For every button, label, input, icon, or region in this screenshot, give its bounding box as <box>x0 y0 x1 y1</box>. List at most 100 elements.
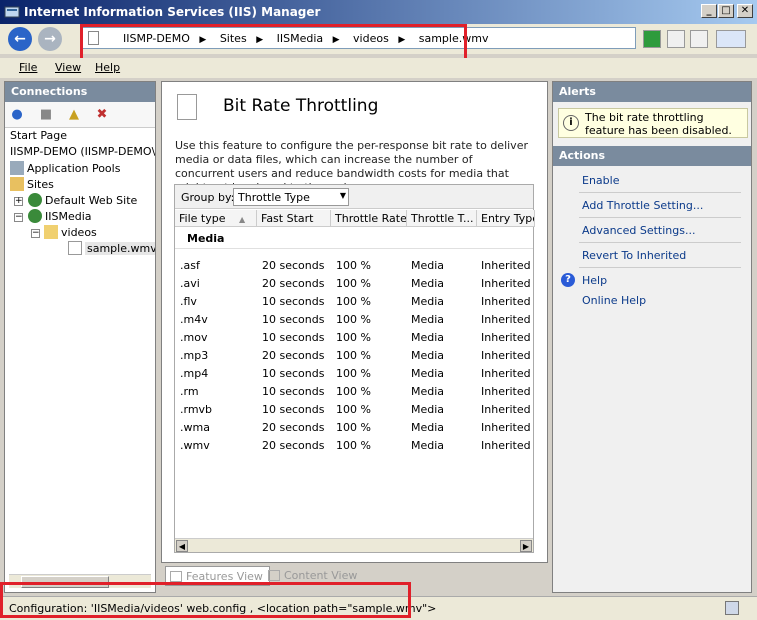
connections-tree: Start Page IISMP-DEMO (IISMP-DEMO\Ac App… <box>5 129 155 572</box>
table-cell: 100 % <box>336 349 371 362</box>
tree-iismedia[interactable]: IISMedia <box>28 209 92 223</box>
table-cell: Inherited <box>481 385 531 398</box>
tab-label: Content View <box>284 569 358 582</box>
column-throttle-rate[interactable]: Throttle Rate <box>331 210 407 227</box>
table-row[interactable]: .asf 20 seconds 100 % Media Inherited <box>175 257 533 275</box>
table-cell: 100 % <box>336 385 371 398</box>
table-cell: Inherited <box>481 421 531 434</box>
table-row[interactable]: .wma 20 seconds 100 % Media Inherited <box>175 419 533 437</box>
table-row[interactable]: .mov 10 seconds 100 % Media Inherited <box>175 329 533 347</box>
feature-panel: Bit Rate Throttling Use this feature to … <box>161 81 548 563</box>
table-cell: 10 seconds <box>262 331 325 344</box>
table-cell: .mp3 <box>180 349 209 362</box>
help-dropdown-icon[interactable] <box>716 30 746 48</box>
tree-sites[interactable]: Sites <box>10 177 54 191</box>
menu-view[interactable]: View <box>55 61 81 74</box>
close-button[interactable]: ✕ <box>737 4 753 18</box>
table-row[interactable]: .rmvb 10 seconds 100 % Media Inherited <box>175 401 533 419</box>
action-add-throttle-setting[interactable]: Add Throttle Setting... <box>582 199 703 212</box>
table-cell: 10 seconds <box>262 313 325 326</box>
home-icon[interactable] <box>690 30 708 48</box>
alerts-header: Alerts <box>553 82 751 102</box>
action-revert-to-inherited[interactable]: Revert To Inherited <box>582 249 686 262</box>
tree-label: IISMedia <box>45 210 92 223</box>
tree-videos[interactable]: videos <box>44 225 97 239</box>
alert-message-box: i The bit rate throttling feature has be… <box>558 108 748 138</box>
table-cell: 20 seconds <box>262 259 325 272</box>
table-cell: Media <box>411 349 445 362</box>
folder-icon <box>44 225 58 239</box>
tree-sample-wmv[interactable]: sample.wmv <box>68 241 155 255</box>
sites-folder-icon <box>10 177 24 191</box>
action-enable[interactable]: Enable <box>582 174 619 187</box>
tree-application-pools[interactable]: Application Pools <box>10 161 120 175</box>
actions-panel: Alerts i The bit rate throttling feature… <box>552 81 752 593</box>
menu-bar: File View Help <box>0 58 757 78</box>
minimize-button[interactable]: _ <box>701 4 717 18</box>
scroll-left-icon[interactable]: ◀ <box>176 540 188 552</box>
table-row[interactable]: .wmv 20 seconds 100 % Media Inherited <box>175 437 533 455</box>
table-cell: 100 % <box>336 277 371 290</box>
menu-file[interactable]: File <box>19 61 37 74</box>
chevron-down-icon: ▼ <box>339 191 346 200</box>
save-icon[interactable]: ■ <box>37 106 55 124</box>
table-row[interactable]: .flv 10 seconds 100 % Media Inherited <box>175 293 533 311</box>
table-cell: .avi <box>180 277 200 290</box>
actions-header: Actions <box>553 146 751 166</box>
grid-horizontal-scrollbar[interactable]: ◀ ▶ <box>175 538 533 552</box>
forward-button[interactable]: → <box>38 27 62 51</box>
up-folder-icon[interactable]: ▲ <box>65 106 83 124</box>
scroll-right-icon[interactable]: ▶ <box>520 540 532 552</box>
table-cell: 20 seconds <box>262 277 325 290</box>
table-row[interactable]: .m4v 10 seconds 100 % Media Inherited <box>175 311 533 329</box>
table-cell: Media <box>411 277 445 290</box>
table-cell: Inherited <box>481 349 531 362</box>
action-advanced-settings[interactable]: Advanced Settings... <box>582 224 695 237</box>
column-file-type[interactable]: File type ▲ <box>175 210 257 227</box>
action-divider <box>579 217 741 218</box>
menu-help[interactable]: Help <box>95 61 120 74</box>
table-cell: 20 seconds <box>262 349 325 362</box>
tree-default-web-site[interactable]: Default Web Site <box>28 193 137 207</box>
column-entry-type[interactable]: Entry Type <box>477 210 535 227</box>
action-online-help[interactable]: Online Help <box>582 294 646 307</box>
expand-icon[interactable]: + <box>14 197 23 206</box>
table-cell: Inherited <box>481 313 531 326</box>
stop-icon[interactable] <box>667 30 685 48</box>
app-pool-icon <box>10 161 24 175</box>
table-cell: Media <box>411 259 445 272</box>
disconnect-icon[interactable]: ✖ <box>93 106 111 124</box>
help-icon: ? <box>561 273 575 287</box>
table-cell: 20 seconds <box>262 421 325 434</box>
tree-label: Default Web Site <box>45 194 138 207</box>
table-row[interactable]: .mp3 20 seconds 100 % Media Inherited <box>175 347 533 365</box>
group-by-select[interactable]: Throttle Type ▼ <box>233 188 349 206</box>
table-cell: 20 seconds <box>262 439 325 452</box>
table-cell: 10 seconds <box>262 295 325 308</box>
table-cell: .rm <box>180 385 199 398</box>
tree-label: Start Page <box>10 129 67 142</box>
tree-start-page[interactable]: Start Page <box>10 129 67 142</box>
back-button[interactable]: ← <box>8 27 32 51</box>
tree-server[interactable]: IISMP-DEMO (IISMP-DEMO\Ac <box>10 145 155 158</box>
group-by-bar: Group by: Throttle Type ▼ <box>175 185 533 209</box>
tree-label: IISMP-DEMO (IISMP-DEMO\Ac <box>10 145 155 158</box>
action-help[interactable]: Help <box>582 274 607 287</box>
iis-app-icon <box>4 6 20 18</box>
table-row[interactable]: .avi 20 seconds 100 % Media Inherited <box>175 275 533 293</box>
maximize-button[interactable]: □ <box>718 4 734 18</box>
column-fast-start[interactable]: Fast Start <box>257 210 331 227</box>
table-row[interactable]: .mp4 10 seconds 100 % Media Inherited <box>175 365 533 383</box>
table-row[interactable]: .rm 10 seconds 100 % Media Inherited <box>175 383 533 401</box>
tree-label: Application Pools <box>27 162 121 175</box>
tree-label: Sites <box>27 178 54 191</box>
collapse-icon[interactable]: − <box>14 213 23 222</box>
table-cell: Inherited <box>481 259 531 272</box>
refresh-icon[interactable] <box>643 30 661 48</box>
connect-icon[interactable]: ● <box>8 106 26 124</box>
collapse-icon[interactable]: − <box>31 229 40 238</box>
tree-label: sample.wmv <box>85 242 155 255</box>
table-cell: Media <box>411 367 445 380</box>
column-throttle-type[interactable]: Throttle T... <box>407 210 477 227</box>
group-divider <box>175 248 533 249</box>
